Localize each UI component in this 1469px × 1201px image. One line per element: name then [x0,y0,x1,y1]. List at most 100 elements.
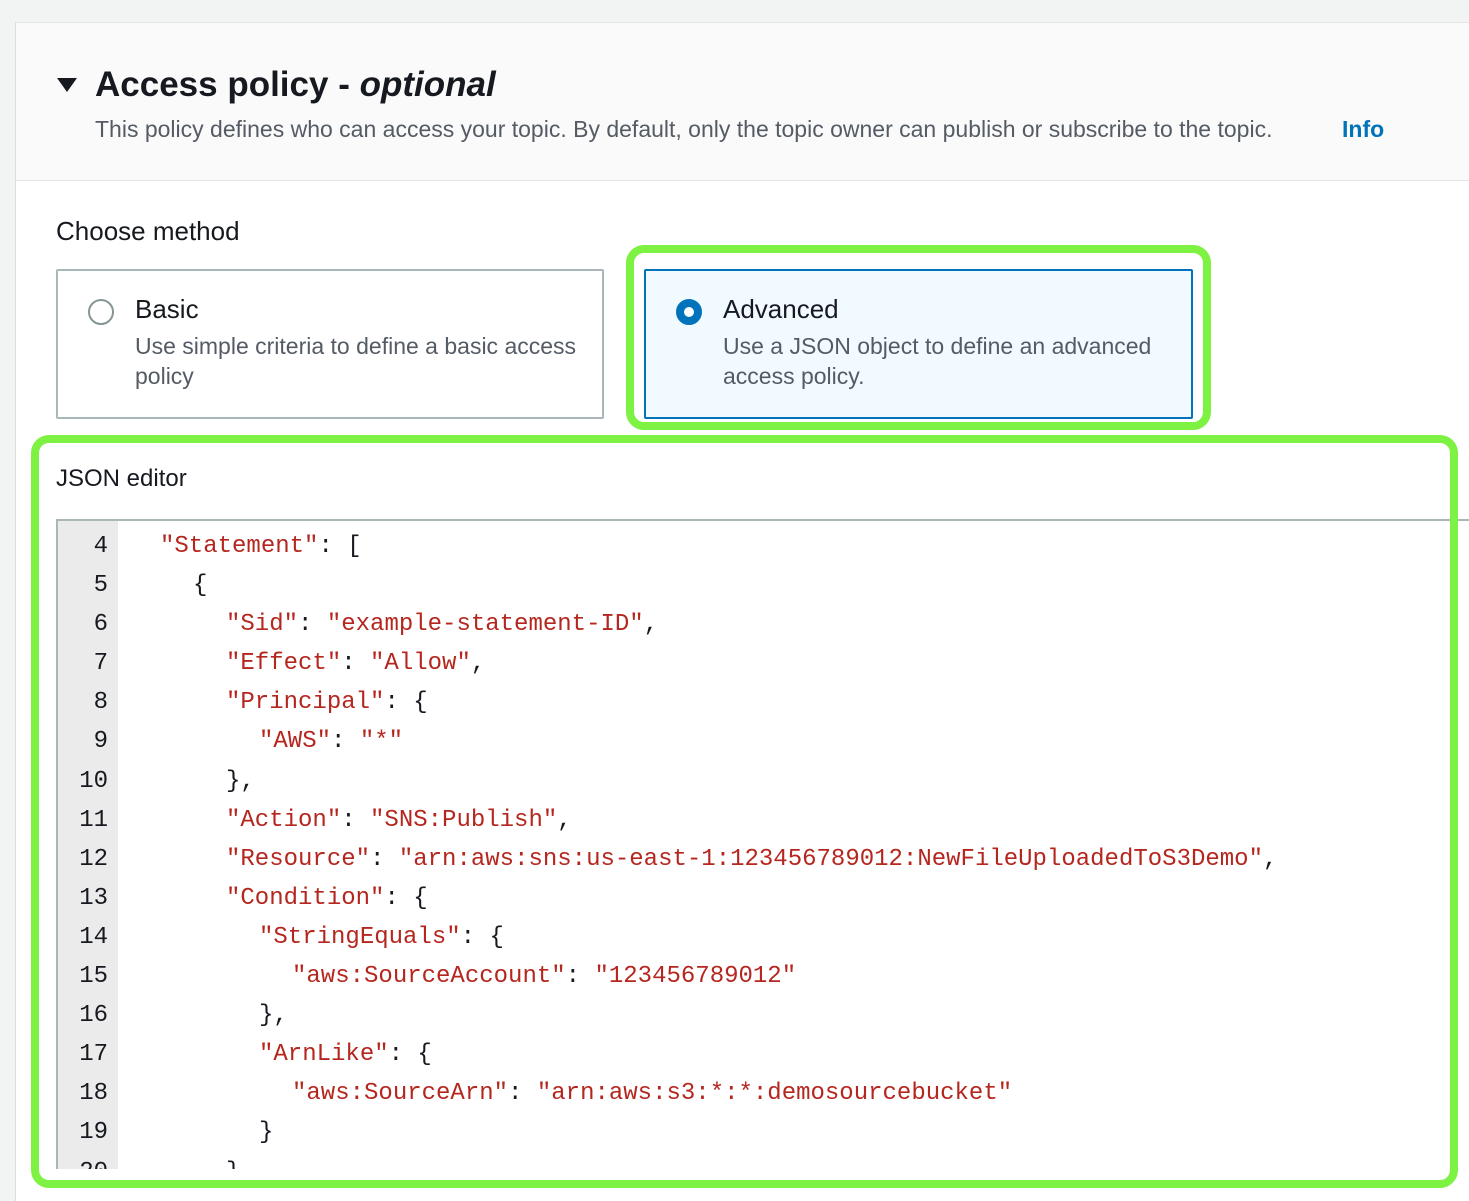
json-punctuation-token: : { [460,923,504,951]
json-string-token: "123456789012" [594,963,797,991]
code-line[interactable]: 16}, [58,996,1469,1035]
json-string-token: "Resource" [226,845,371,873]
code-line[interactable]: 9 "AWS": "*" [58,722,1469,761]
json-punctuation-token: : { [384,884,428,912]
code-line[interactable]: 18 "aws:SourceArn": "arn:aws:s3:*:*:demos… [58,1074,1469,1113]
code-line[interactable]: 8 "Principal": { [58,683,1469,722]
code-text: } [226,1153,240,1170]
json-punctuation-token: : { [388,1041,432,1069]
choose-method-label: Choose method [56,216,240,246]
code-text: { [193,566,207,605]
code-text: "Sid": "example-statement-ID", [226,605,658,644]
json-punctuation-token: }, [226,767,255,795]
code-line[interactable]: 15 "aws:SourceAccount": "123456789012" [58,957,1469,996]
code-text: "AWS": "*" [259,722,403,761]
json-string-token: "Sid" [226,611,299,639]
json-string-token: "StringEquals" [259,923,461,951]
line-number: 8 [93,689,108,717]
json-punctuation-token: , [557,806,572,834]
json-punctuation-token: }, [259,1002,288,1030]
line-number: 4 [93,533,108,560]
code-text: "aws:SourceAccount": "123456789012" [292,957,796,996]
line-number: 11 [79,806,108,834]
line-number: 6 [93,611,108,639]
advanced-label: Advanced [723,294,839,324]
code-line[interactable]: 19} [58,1113,1469,1152]
code-text: "StringEquals": { [259,918,504,957]
json-string-token: "Condition" [226,884,385,912]
code-text: "Condition": { [226,879,428,918]
json-editor[interactable]: 4 "Statement": [5{6 "Sid": "example-statem… [56,519,1469,1169]
json-punctuation-token: : [298,611,327,639]
code-text: "ArnLike": { [259,1035,432,1074]
code-line[interactable]: 12 "Resource": "arn:aws:sns:us-east-1:123… [58,840,1469,879]
line-number: 7 [93,650,108,678]
line-number: 15 [79,963,108,991]
json-punctuation-token: : [341,650,371,678]
code-line[interactable]: 13 "Condition": { [58,879,1469,918]
json-string-token: "*" [359,728,404,756]
code-line[interactable]: 4 "Statement": [ [58,527,1469,566]
code-line[interactable]: 6 "Sid": "example-statement-ID", [58,605,1469,644]
json-punctuation-token: } [226,1159,240,1170]
json-editor-label: JSON editor [56,465,187,492]
code-text: } [259,1113,273,1152]
json-string-token: "aws:SourceAccount" [292,963,566,991]
code-text: }, [259,996,288,1035]
section-header[interactable]: Access policy - optional This policy def… [16,23,1469,181]
code-text: "aws:SourceArn": "arn:aws:s3:*:*:demosou… [292,1074,1012,1113]
json-string-token: "Action" [226,806,342,834]
json-string-token: "arn:aws:s3:*:*:demosourcebucket" [536,1080,1013,1108]
json-string-token: "AWS" [259,728,332,756]
code-text: }, [226,762,255,801]
code-area[interactable]: 4 "Statement": [5{6 "Sid": "example-statem… [58,527,1469,1169]
section-description: This policy defines who can access your … [95,116,1273,142]
code-line[interactable]: 5{ [58,566,1469,605]
json-punctuation-token: } [259,1119,274,1147]
line-number: 16 [79,1002,108,1030]
line-number: 18 [79,1080,108,1108]
access-policy-panel: Access policy - optional This policy def… [15,22,1469,1201]
json-punctuation-token: : [341,806,371,834]
json-punctuation-token: , [1262,845,1278,873]
json-string-token: "Effect" [226,650,342,678]
json-punctuation-token: { [193,572,208,600]
json-string-token: "aws:SourceArn" [292,1080,509,1108]
code-line[interactable]: 20} [58,1153,1469,1170]
json-punctuation-token: , [643,611,659,639]
line-number: 13 [79,884,108,912]
basic-radio[interactable] [88,299,114,325]
code-text: "Action": "SNS:Publish", [226,801,572,840]
json-punctuation-token: : { [384,689,428,717]
advanced-method-tile[interactable]: Advanced Use a JSON object to define an … [644,269,1193,419]
json-punctuation-token: : [331,728,360,756]
advanced-description: Use a JSON object to define an advanced … [723,333,1152,389]
basic-label: Basic [135,294,199,324]
json-string-token: "ArnLike" [259,1041,389,1069]
json-string-token: "arn:aws:sns:us-east-1:123456789012:NewF… [398,845,1263,873]
info-link[interactable]: Info [1342,115,1384,143]
line-number: 10 [79,767,108,795]
json-string-token: "Principal" [226,689,385,717]
json-punctuation-token: : [ [318,533,362,560]
json-punctuation-token: : [508,1080,537,1108]
line-number: 5 [93,572,108,600]
json-punctuation-token: : [370,845,399,873]
json-punctuation-token: , [470,650,486,678]
caret-down-icon[interactable] [57,78,77,92]
code-line[interactable]: 17 "ArnLike": { [58,1035,1469,1074]
basic-description: Use simple criteria to define a basic ac… [135,333,577,389]
code-line[interactable]: 7 "Effect": "Allow", [58,644,1469,683]
advanced-radio[interactable] [676,299,702,325]
basic-method-tile[interactable]: Basic Use simple criteria to define a ba… [56,269,604,419]
line-number: 12 [79,845,108,873]
line-number: 20 [58,1153,108,1170]
optional-label: optional [359,65,496,104]
code-line[interactable]: 11 "Action": "SNS:Publish", [58,801,1469,840]
code-line[interactable]: 10}, [58,762,1469,801]
line-number: 17 [79,1041,108,1069]
line-number: 14 [79,923,108,951]
code-line[interactable]: 14 "StringEquals": { [58,918,1469,957]
json-string-token: "Allow" [370,650,471,678]
code-text: "Principal": { [226,683,428,722]
